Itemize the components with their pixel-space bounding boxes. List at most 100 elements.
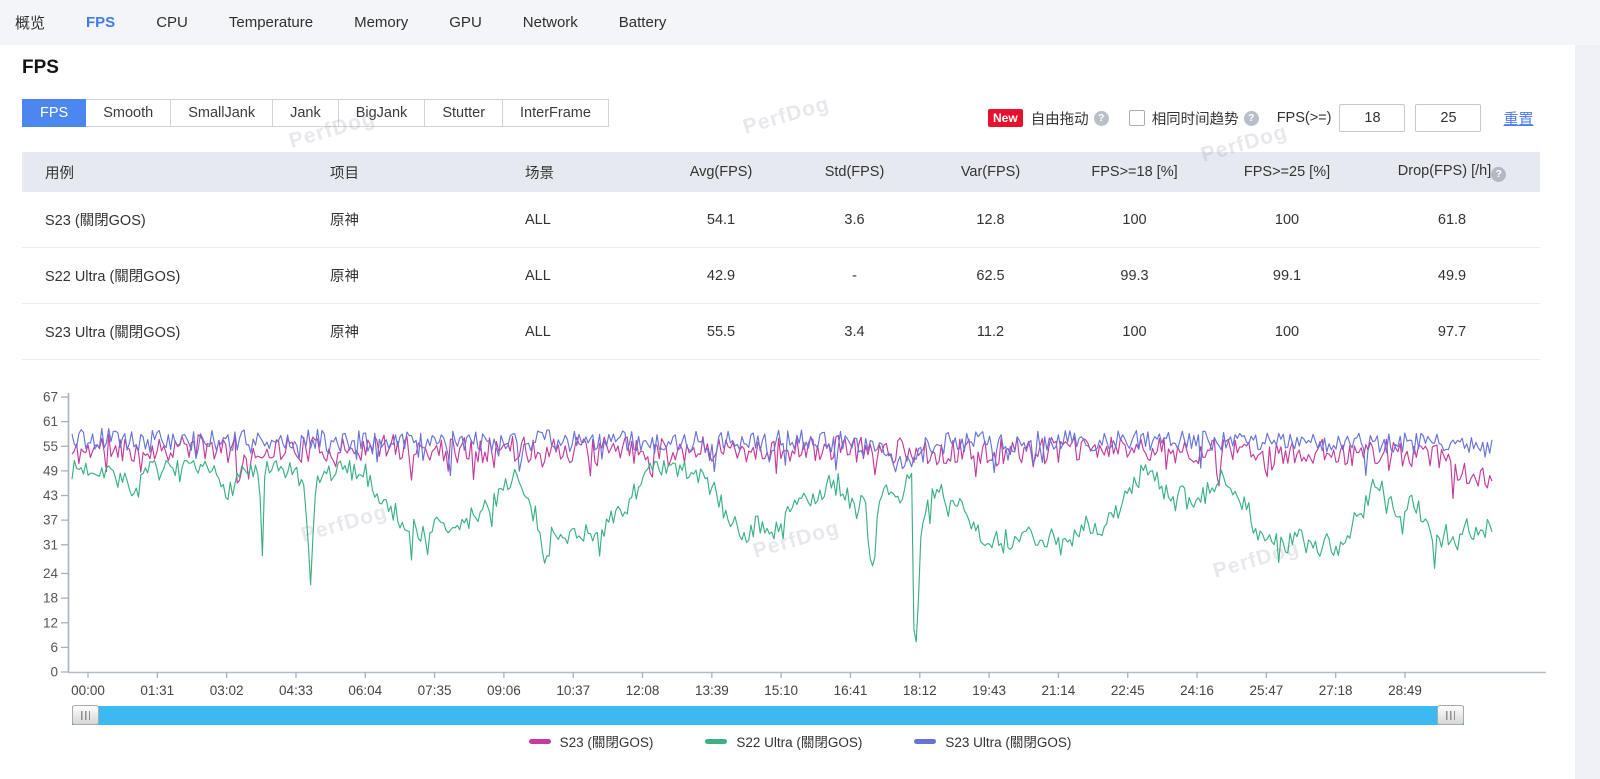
legend-label: S23 Ultra (關閉GOS) [945, 731, 1071, 751]
table-cell: ALL [502, 212, 655, 228]
table-cell: - [787, 268, 922, 284]
legend-item[interactable]: S22 Ultra (關閉GOS) [705, 731, 862, 751]
x-axis-label: 12:08 [626, 683, 660, 698]
top-navbar: 概览 FPS CPU Temperature Memory GPU Network Batte… [0, 0, 1600, 45]
subtab-bigjank[interactable]: BigJank [338, 99, 426, 127]
metric-subtabs: FPSSmoothSmallJankJankBigJankStutterInte… [22, 99, 609, 127]
y-axis-label: 24 [43, 566, 59, 581]
nav-tab-temperature[interactable]: Temperature [229, 14, 313, 31]
series-line [72, 461, 1492, 642]
fps-threshold-input-high[interactable] [1415, 104, 1481, 132]
page-title: FPS [22, 57, 59, 79]
x-axis-label: 18:12 [903, 683, 937, 698]
x-axis-label: 09:06 [487, 683, 521, 698]
y-axis-label: 67 [43, 390, 58, 405]
y-axis-label: 12 [43, 615, 58, 630]
fps-stats-table: 用例项目场景Avg(FPS)Std(FPS)Var(FPS)FPS>=18 [%… [22, 152, 1540, 360]
table-cell: 原神 [307, 321, 502, 342]
nav-tab-network[interactable]: Network [523, 14, 578, 31]
table-cell: 61.8 [1364, 212, 1540, 228]
subtab-fps[interactable]: FPS [22, 99, 86, 127]
same-time-trend-help-icon[interactable]: ? [1244, 111, 1259, 126]
table-row: S22 Ultra (關閉GOS)原神ALL42.9-62.599.399.14… [22, 248, 1540, 304]
y-axis-label: 49 [43, 463, 58, 478]
table-cell: 42.9 [655, 268, 787, 284]
legend-item[interactable]: S23 (關閉GOS) [529, 731, 654, 751]
fps-threshold-input-low[interactable] [1339, 104, 1405, 132]
perfdog-fps-page: 概览 FPS CPU Temperature Memory GPU Network Batte… [0, 0, 1600, 779]
column-header: 用例 [22, 162, 307, 183]
nav-tab-battery[interactable]: Battery [619, 14, 667, 31]
subtab-jank[interactable]: Jank [272, 99, 339, 127]
same-time-trend-checkbox[interactable] [1129, 110, 1145, 126]
range-handle-right[interactable] [1437, 705, 1464, 725]
legend-label: S22 Ultra (關閉GOS) [736, 731, 862, 751]
new-badge: New [988, 109, 1023, 127]
table-cell: 100 [1210, 212, 1364, 228]
free-drag-help-icon[interactable]: ? [1094, 111, 1109, 126]
table-cell: ALL [502, 324, 655, 340]
table-cell: 100 [1210, 324, 1364, 340]
nav-tab-概览[interactable]: 概览 [15, 12, 45, 33]
subtab-interframe[interactable]: InterFrame [502, 99, 609, 127]
table-cell: 100 [1059, 212, 1210, 228]
table-row: S23 Ultra (關閉GOS)原神ALL55.53.411.21001009… [22, 304, 1540, 360]
column-header: Drop(FPS) [/h]? [1364, 163, 1540, 182]
legend-swatch-icon [529, 739, 551, 744]
chart-controls: New 自由拖动 ? 相同时间趋势 ? FPS(>=) 重置 [988, 104, 1534, 132]
table-cell: S22 Ultra (關閉GOS) [22, 265, 307, 286]
perfdog-watermark: PerfDog [740, 92, 832, 140]
range-handle-left[interactable] [72, 705, 99, 725]
x-axis-label: 00:00 [71, 683, 105, 698]
chart-legend: S23 (關閉GOS) S22 Ultra (關閉GOS) S23 Ultra (關… [0, 731, 1600, 751]
chart-canvas[interactable]: 676155494337312418126000:0001:3103:0204:… [0, 385, 1600, 705]
subtab-smooth[interactable]: Smooth [85, 99, 171, 127]
drop-fps-help-icon[interactable]: ? [1491, 167, 1506, 182]
y-axis-label: 0 [50, 665, 58, 680]
nav-tab-cpu[interactable]: CPU [156, 14, 188, 31]
x-axis-label: 15:10 [764, 683, 798, 698]
nav-tab-fps[interactable]: FPS [86, 14, 115, 31]
column-header: Var(FPS) [922, 164, 1059, 180]
nav-tab-memory[interactable]: Memory [354, 14, 408, 31]
reset-link[interactable]: 重置 [1503, 108, 1533, 129]
column-header: 场景 [502, 162, 655, 183]
x-axis-label: 22:45 [1111, 683, 1145, 698]
table-header-row: 用例项目场景Avg(FPS)Std(FPS)Var(FPS)FPS>=18 [%… [22, 152, 1540, 192]
chart-range-scrollbar[interactable] [72, 706, 1464, 725]
table-cell: 原神 [307, 209, 502, 230]
table-cell: 55.5 [655, 324, 787, 340]
fps-line-chart[interactable]: 676155494337312418126000:0001:3103:0204:… [0, 385, 1600, 705]
x-axis-label: 01:31 [140, 683, 174, 698]
table-cell: 3.6 [787, 212, 922, 228]
x-axis-label: 13:39 [695, 683, 729, 698]
legend-item[interactable]: S23 Ultra (關閉GOS) [914, 731, 1071, 751]
x-axis-label: 19:43 [972, 683, 1006, 698]
table-cell: 原神 [307, 265, 502, 286]
x-axis-label: 04:33 [279, 683, 313, 698]
table-cell: S23 Ultra (關閉GOS) [22, 321, 307, 342]
x-axis-label: 28:49 [1388, 683, 1422, 698]
y-axis-label: 18 [43, 591, 58, 606]
table-cell: 97.7 [1364, 324, 1540, 340]
x-axis-label: 10:37 [556, 683, 590, 698]
legend-swatch-icon [705, 739, 727, 744]
nav-tab-gpu[interactable]: GPU [449, 14, 482, 31]
y-axis-label: 37 [43, 513, 58, 528]
x-axis-label: 07:35 [418, 683, 452, 698]
x-axis-label: 27:18 [1319, 683, 1353, 698]
x-axis-label: 21:14 [1042, 683, 1076, 698]
x-axis-label: 24:16 [1180, 683, 1214, 698]
table-cell: 99.3 [1059, 268, 1210, 284]
subtab-stutter[interactable]: Stutter [424, 99, 503, 127]
table-cell: ALL [502, 268, 655, 284]
legend-swatch-icon [914, 739, 936, 744]
column-header: 项目 [307, 162, 502, 183]
y-axis-label: 6 [50, 640, 58, 655]
table-cell: 3.4 [787, 324, 922, 340]
subtab-smalljank[interactable]: SmallJank [170, 99, 273, 127]
fps-threshold-label: FPS(>=) [1277, 110, 1332, 126]
column-header: Avg(FPS) [655, 164, 787, 180]
table-cell: 99.1 [1210, 268, 1364, 284]
x-axis-label: 06:04 [348, 683, 382, 698]
